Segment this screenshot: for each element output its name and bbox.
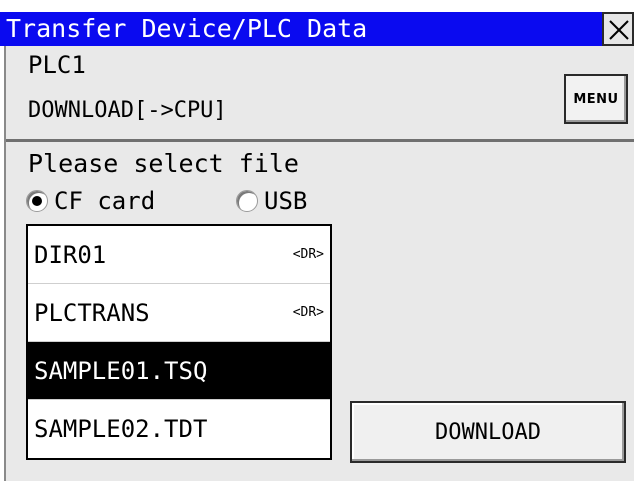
transfer-window: Transfer Device/PLC Data PLC1 DOWNLOAD[-… bbox=[0, 0, 634, 481]
file-name: DIR01 bbox=[34, 241, 107, 269]
radio-cf-card[interactable]: CF card bbox=[26, 186, 155, 216]
header-area: PLC1 DOWNLOAD[->CPU] MENU bbox=[6, 46, 634, 142]
close-button[interactable] bbox=[602, 12, 634, 46]
file-row-dir01[interactable]: DIR01 <DR> bbox=[28, 226, 330, 284]
menu-button[interactable]: MENU bbox=[564, 74, 628, 124]
window-title: Transfer Device/PLC Data bbox=[0, 12, 634, 46]
radio-label-usb: USB bbox=[264, 187, 308, 215]
file-name: SAMPLE01.TSQ bbox=[34, 357, 208, 385]
download-button[interactable]: DOWNLOAD bbox=[350, 401, 626, 463]
operation-label: DOWNLOAD[->CPU] bbox=[28, 98, 227, 123]
radio-unselected-icon bbox=[236, 190, 258, 212]
select-file-prompt: Please select file bbox=[28, 149, 299, 178]
file-row-plctrans[interactable]: PLCTRANS <DR> bbox=[28, 284, 330, 342]
radio-usb[interactable]: USB bbox=[236, 186, 307, 216]
radio-selected-icon bbox=[26, 190, 48, 212]
radio-label-cf-card: CF card bbox=[54, 187, 156, 215]
directory-tag: <DR> bbox=[292, 247, 324, 262]
file-row-sample01[interactable]: SAMPLE01.TSQ bbox=[28, 342, 330, 400]
main-panel: PLC1 DOWNLOAD[->CPU] MENU Please select … bbox=[4, 46, 634, 481]
close-icon bbox=[609, 20, 629, 40]
file-name: SAMPLE02.TDT bbox=[34, 415, 208, 443]
file-name: PLCTRANS bbox=[34, 299, 150, 327]
file-row-sample02[interactable]: SAMPLE02.TDT bbox=[28, 400, 330, 458]
directory-tag: <DR> bbox=[292, 305, 324, 320]
device-name: PLC1 bbox=[28, 51, 86, 79]
file-list: DIR01 <DR> PLCTRANS <DR> SAMPLE01.TSQ SA… bbox=[26, 224, 332, 460]
